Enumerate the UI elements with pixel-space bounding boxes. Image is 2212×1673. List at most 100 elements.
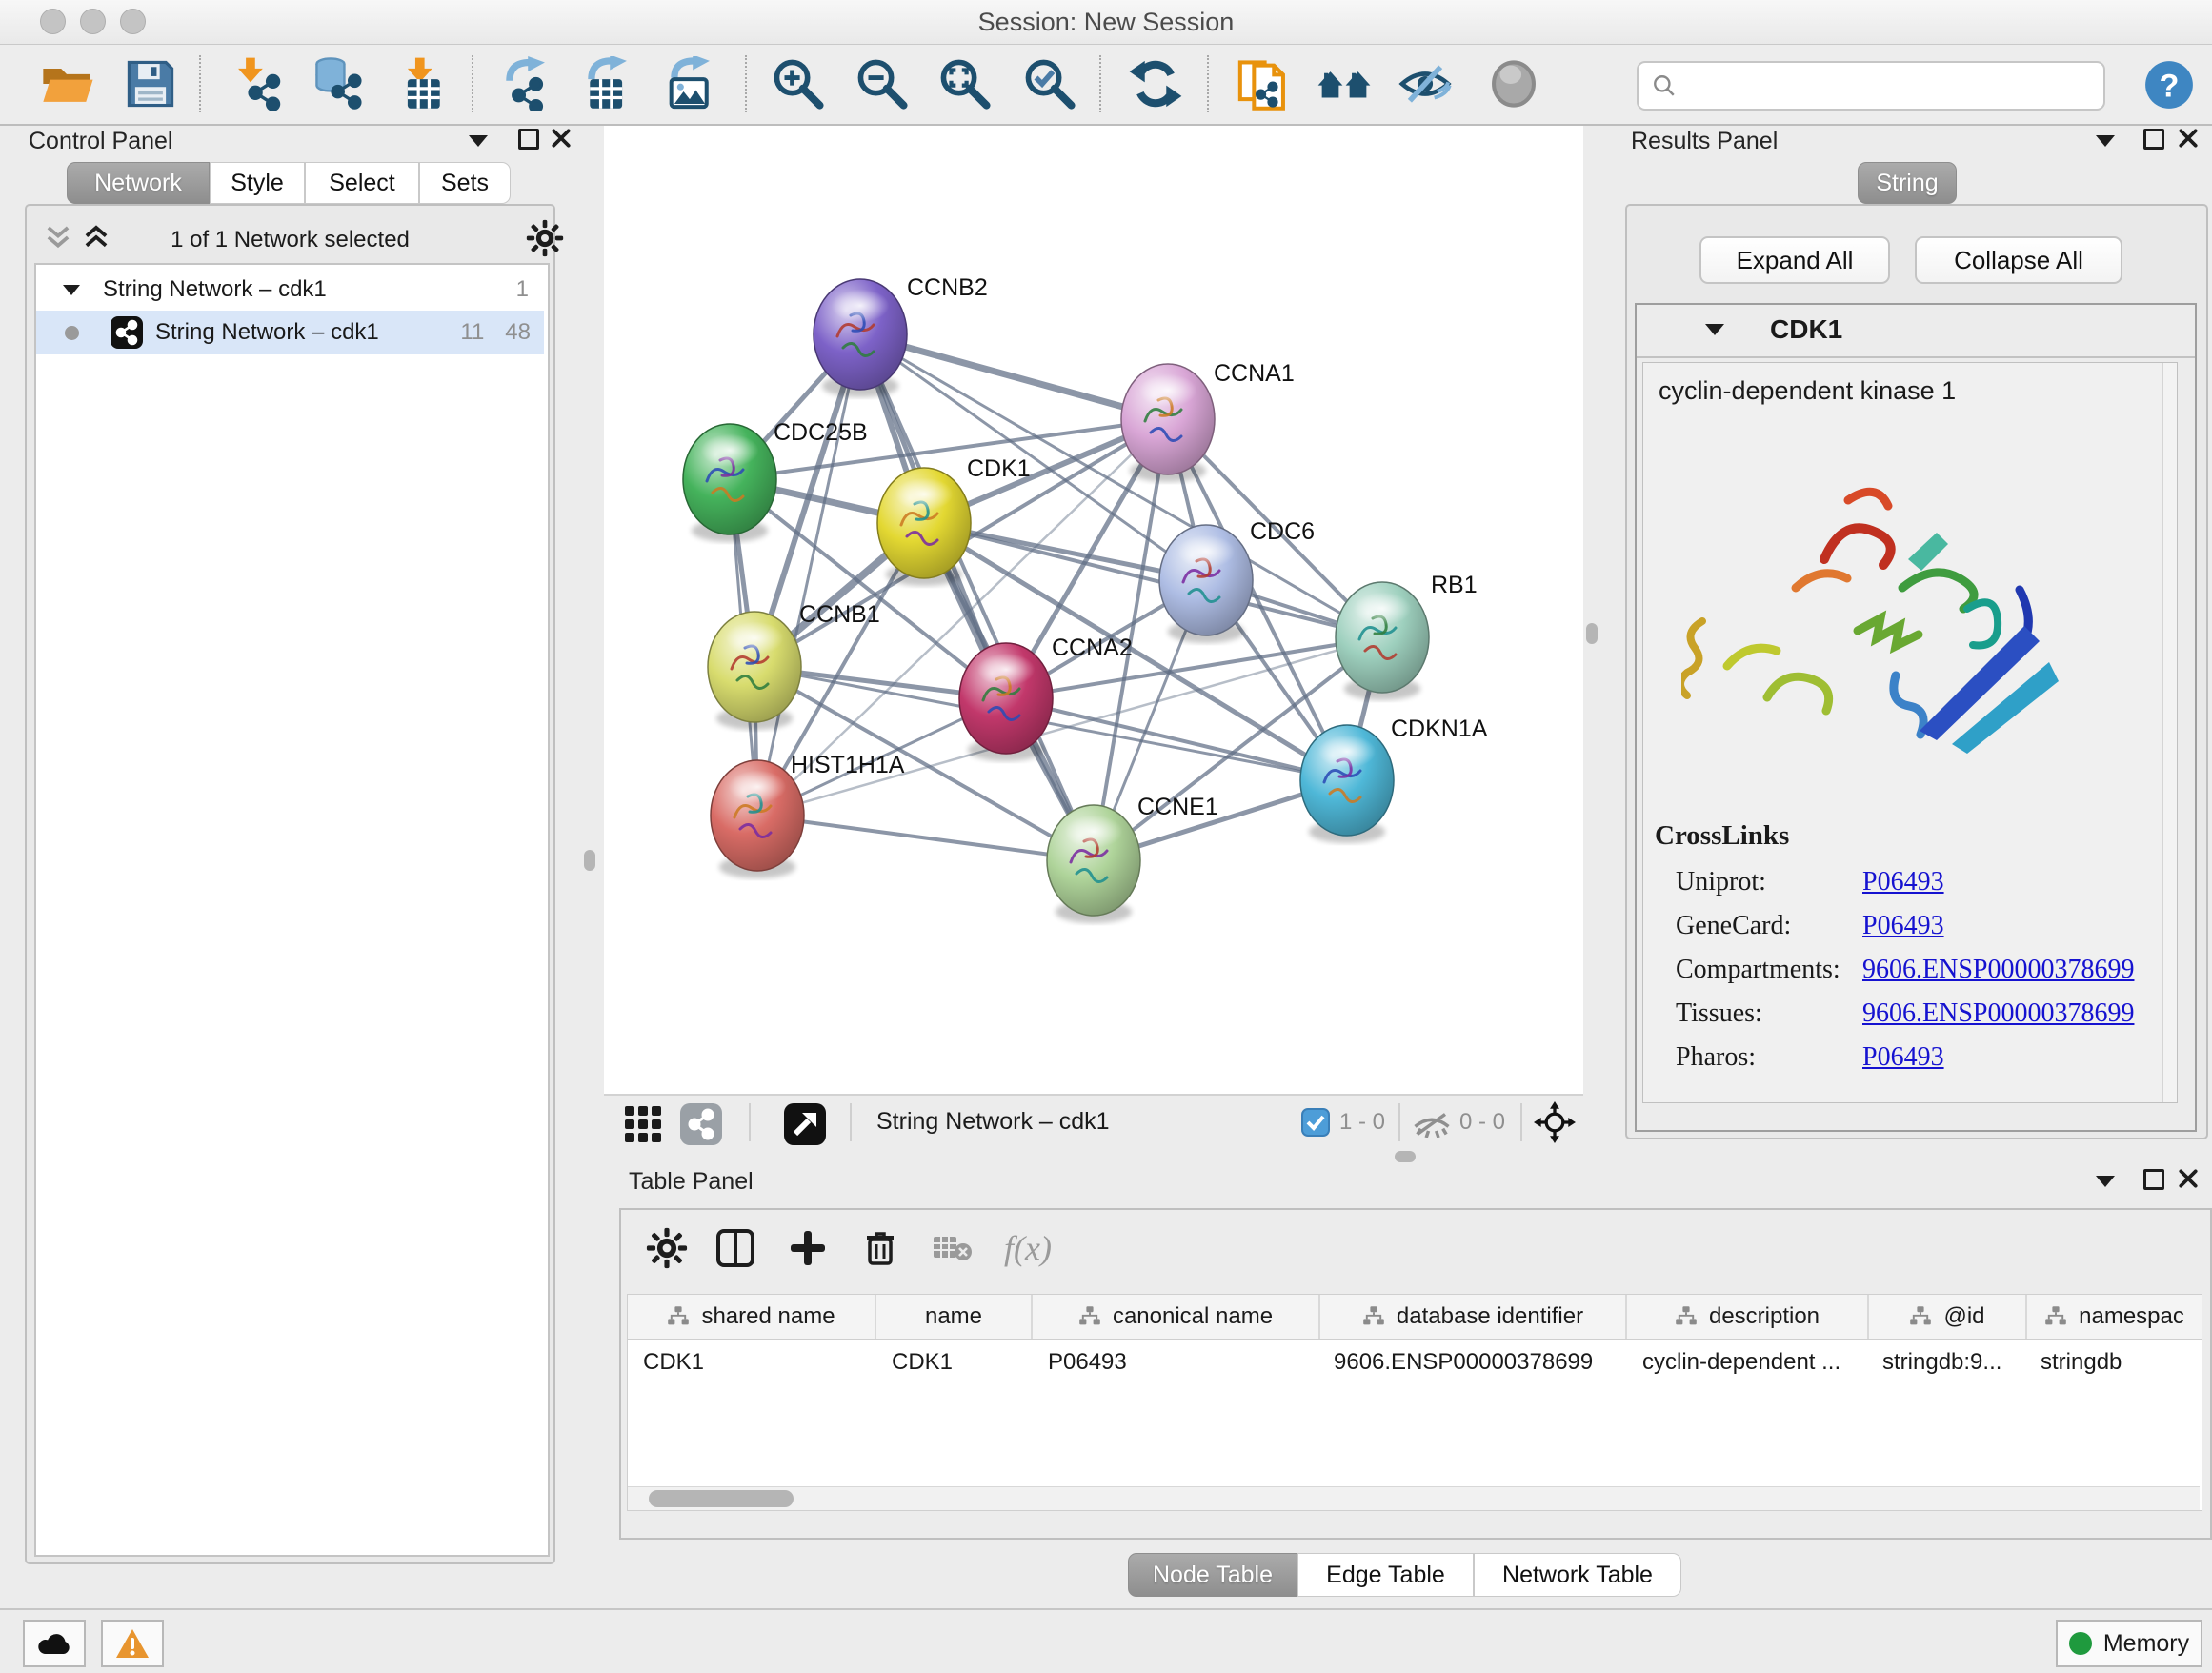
panel-float-icon[interactable] [518, 129, 539, 150]
column-header[interactable]: shared name [628, 1295, 876, 1339]
apply-layout-icon[interactable] [1128, 56, 1183, 111]
table-cell[interactable]: stringdb:9... [1869, 1340, 2027, 1384]
zoom-out-icon[interactable] [855, 56, 910, 111]
table-cell[interactable]: stringdb [2027, 1340, 2202, 1384]
column-header[interactable]: @id [1869, 1295, 2027, 1339]
column-header[interactable]: name [876, 1295, 1033, 1339]
expand-all-button[interactable]: Expand All [1699, 236, 1890, 284]
first-neighbors-icon[interactable] [1317, 56, 1372, 111]
export-network-icon[interactable] [497, 56, 553, 111]
crosslink-compartments[interactable]: 9606.ENSP00000378699 [1862, 955, 2134, 984]
node-count: 11 [460, 319, 484, 346]
table-row[interactable]: CDK1 CDK1 P06493 9606.ENSP00000378699 cy… [628, 1340, 2202, 1384]
crosshair-icon[interactable] [1534, 1101, 1576, 1143]
gene-collapse-caret-icon[interactable] [1705, 324, 1724, 335]
cloud-status-button[interactable] [23, 1620, 86, 1667]
show-all-icon[interactable] [1486, 56, 1541, 111]
import-network-file-icon[interactable] [231, 56, 286, 111]
open-session-icon[interactable] [39, 56, 94, 111]
network-options-gear-icon[interactable] [526, 219, 564, 257]
table-cell[interactable]: cyclin-dependent ... [1627, 1340, 1869, 1384]
network-node-CDK1[interactable]: CDK1 [877, 455, 1031, 586]
new-network-from-selection-icon[interactable] [1236, 56, 1291, 111]
import-table-icon[interactable] [395, 56, 451, 111]
panel-menu-caret-icon[interactable] [2096, 135, 2115, 147]
crosslink-pharos[interactable]: P06493 [1862, 1042, 1944, 1072]
tab-network-table[interactable]: Network Table [1474, 1553, 1681, 1597]
import-network-database-icon[interactable] [311, 56, 366, 111]
right-splitter-handle[interactable] [1586, 623, 1598, 644]
column-header[interactable]: namespac [2027, 1295, 2202, 1339]
zoom-in-icon[interactable] [771, 56, 826, 111]
memory-button[interactable]: Memory [2056, 1620, 2202, 1667]
network-node-CDKN1A[interactable]: CDKN1A [1300, 716, 1488, 843]
show-columns-icon[interactable] [714, 1227, 756, 1269]
create-column-icon[interactable] [787, 1227, 829, 1269]
table-cell[interactable]: CDK1 [876, 1340, 1033, 1384]
crosslink-row: Tissues:9606.ENSP00000378699 [1676, 992, 2134, 1036]
tab-sets[interactable]: Sets [419, 162, 511, 204]
panel-menu-caret-icon[interactable] [469, 135, 488, 147]
crosslink-uniprot[interactable]: P06493 [1862, 867, 1944, 897]
crosslink-genecard[interactable]: P06493 [1862, 911, 1944, 940]
memory-label: Memory [2103, 1630, 2189, 1658]
column-header[interactable]: database identifier [1320, 1295, 1627, 1339]
export-image-icon[interactable] [662, 56, 717, 111]
tab-select[interactable]: Select [305, 162, 419, 204]
gene-card-vscrollbar[interactable] [2162, 363, 2177, 1102]
column-header[interactable]: description [1627, 1295, 1869, 1339]
network-node-HIST1H1A[interactable]: HIST1H1A [711, 752, 905, 878]
table-cell[interactable]: P06493 [1033, 1340, 1320, 1384]
network-canvas[interactable]: CCNB2CCNA1CDC25BCDK1CDC6RB1CCNB1CCNA2CDK… [604, 126, 1583, 1094]
tab-network[interactable]: Network [67, 162, 210, 204]
node-label-CDK1: CDK1 [967, 455, 1031, 482]
export-table-icon[interactable] [579, 56, 634, 111]
crosslink-tissues[interactable]: 9606.ENSP00000378699 [1862, 998, 2134, 1028]
tab-node-table[interactable]: Node Table [1128, 1553, 1297, 1597]
help-icon[interactable]: ? [2142, 58, 2196, 111]
network-tree-row-selected[interactable]: String Network – cdk1 11 48 [36, 311, 544, 354]
left-splitter-handle[interactable] [584, 850, 595, 871]
tree-expand-caret-icon[interactable] [63, 285, 80, 295]
panel-close-icon[interactable] [2178, 128, 2199, 149]
svg-text:?: ? [2160, 68, 2180, 104]
network-node-CDC25B[interactable]: CDC25B [683, 419, 868, 542]
network-node-CCNB1[interactable]: CCNB1 [708, 601, 880, 730]
network-node-RB1[interactable]: RB1 [1336, 572, 1478, 700]
column-header[interactable]: canonical name [1033, 1295, 1320, 1339]
network-node-CCNA1[interactable]: CCNA1 [1121, 360, 1295, 482]
save-session-icon[interactable] [123, 56, 178, 111]
birdseye-view-icon[interactable] [783, 1102, 827, 1146]
table-hscrollbar-track[interactable] [628, 1486, 2200, 1510]
tab-style[interactable]: Style [210, 162, 305, 204]
network-tree-root-row[interactable]: String Network – cdk1 1 [36, 269, 544, 311]
warnings-button[interactable] [101, 1620, 164, 1667]
network-node-CCNB2[interactable]: CCNB2 [814, 274, 988, 397]
table-hscrollbar-thumb[interactable] [649, 1490, 794, 1507]
panel-close-icon[interactable] [2178, 1168, 2199, 1189]
table-cell[interactable]: 9606.ENSP00000378699 [1320, 1340, 1627, 1384]
zoom-selected-icon[interactable] [1022, 56, 1077, 111]
collapse-all-button[interactable]: Collapse All [1915, 236, 2122, 284]
tab-string[interactable]: String [1858, 162, 1957, 204]
gene-card-header[interactable]: CDK1 [1637, 305, 2195, 358]
selected-checkbox-icon[interactable] [1301, 1108, 1330, 1137]
bottom-splitter-handle[interactable] [1395, 1151, 1416, 1162]
hide-selection-icon[interactable] [1398, 56, 1453, 111]
network-node-CCNE1[interactable]: CCNE1 [1047, 794, 1218, 923]
panel-close-icon[interactable] [551, 128, 572, 149]
panel-float-icon[interactable] [2143, 129, 2164, 150]
table-cell[interactable]: CDK1 [628, 1340, 876, 1384]
table-options-gear-icon[interactable] [646, 1227, 688, 1269]
delete-column-icon[interactable] [859, 1227, 901, 1269]
tab-edge-table[interactable]: Edge Table [1297, 1553, 1474, 1597]
grid-view-icon[interactable] [624, 1105, 662, 1143]
network-graph[interactable]: CCNB2CCNA1CDC25BCDK1CDC6RB1CCNB1CCNA2CDK… [604, 126, 1583, 1094]
search-input[interactable] [1686, 71, 2090, 100]
panel-menu-caret-icon[interactable] [2096, 1176, 2115, 1187]
zoom-fit-icon[interactable] [937, 56, 993, 111]
share-view-icon[interactable] [679, 1102, 723, 1146]
panel-float-icon[interactable] [2143, 1169, 2164, 1190]
network-tab-content: 1 of 1 Network selected String Network –… [25, 204, 555, 1564]
network-node-CCNA2[interactable]: CCNA2 [959, 635, 1133, 761]
